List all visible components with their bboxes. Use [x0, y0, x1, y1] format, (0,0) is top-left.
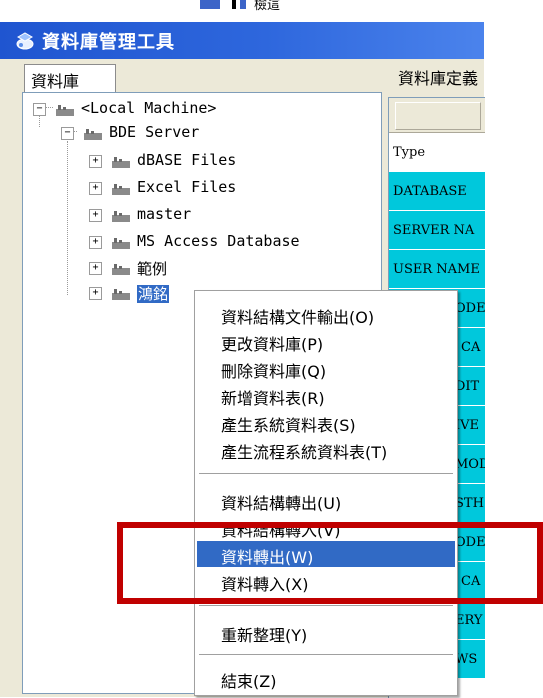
menu-item-label: 產生系統資料表(S) — [221, 416, 356, 435]
database-icon — [112, 238, 130, 249]
menu-item-label: 重新整理(Y) — [221, 626, 308, 645]
tree-node-label: dBASE Files — [137, 151, 237, 169]
database-icon — [112, 289, 130, 300]
grid-column-header[interactable] — [389, 98, 485, 133]
expand-icon[interactable]: + — [89, 182, 102, 195]
tab-database-label: 資料庫 — [31, 72, 80, 91]
grid-row-label: ERY — [455, 613, 483, 628]
window-title-bar[interactable]: 資料庫管理工具 — [0, 22, 484, 59]
tree-node-label-selected: 鴻銘 — [137, 283, 170, 304]
selected-node-text: 鴻銘 — [137, 285, 170, 303]
tree-node-label: 範例 — [137, 260, 168, 278]
panel-header: 資料庫定義 — [398, 69, 479, 88]
grid-row[interactable]: Type — [389, 133, 485, 172]
menu-item-label: 刪除資料庫(Q) — [221, 362, 327, 381]
grid-row-label: IVE — [455, 418, 480, 433]
tree-node-label: Excel Files — [137, 178, 237, 196]
tab-database[interactable]: 資料庫 — [24, 64, 116, 92]
grid-row-label: ODE — [455, 301, 485, 316]
menu-item-export-structure[interactable]: 資料結構轉出(U) — [197, 487, 455, 513]
menu-item-delete-database[interactable]: 刪除資料庫(Q) — [197, 355, 455, 381]
database-icon — [84, 129, 102, 140]
database-tool-icon — [16, 32, 34, 50]
database-icon — [112, 264, 130, 275]
expand-icon[interactable]: + — [89, 287, 102, 300]
menu-item-label: 資料結構文件輸出(O) — [221, 308, 375, 327]
background-window-fragment — [240, 0, 246, 9]
database-icon — [112, 211, 130, 222]
highlight-annotation-box — [117, 522, 543, 604]
context-menu: 資料結構文件輸出(O) 更改資料庫(P) 刪除資料庫(Q) 新增資料表(R) 產… — [194, 290, 458, 696]
menu-item-label: 更改資料庫(P) — [221, 335, 324, 354]
database-icon — [112, 184, 130, 195]
menu-item-export-structure-doc[interactable]: 資料結構文件輸出(O) — [197, 301, 455, 327]
tree-connector — [39, 115, 40, 127]
tree-node-label: master — [137, 205, 192, 223]
menu-item-label: 資料結構轉出(U) — [221, 494, 342, 513]
collapse-icon[interactable]: − — [61, 127, 74, 140]
grid-row-label: CA — [461, 340, 481, 355]
window-title: 資料庫管理工具 — [42, 32, 175, 53]
menu-separator — [199, 654, 453, 655]
grid-row-label: DATABASE — [393, 184, 467, 199]
tree-node-label: MS Access Database — [137, 232, 300, 250]
background-window-fragment — [200, 0, 220, 9]
grid-row[interactable]: USER NAME — [389, 250, 485, 289]
grid-row[interactable]: DATABASE — [389, 172, 485, 211]
menu-item-label: 產生流程系統資料表(T) — [221, 443, 388, 462]
grid-row-label: STH — [455, 496, 484, 511]
expand-icon[interactable]: + — [89, 209, 102, 222]
grid-row-label: WS — [455, 652, 478, 667]
menu-item-refresh[interactable]: 重新整理(Y) — [197, 619, 455, 645]
menu-item-edit-database[interactable]: 更改資料庫(P) — [197, 328, 455, 354]
menu-item-exit[interactable]: 結束(Z) — [197, 665, 455, 691]
grid-row-label: MOD — [455, 457, 485, 472]
expand-icon[interactable]: + — [89, 155, 102, 168]
menu-item-generate-system-tables[interactable]: 產生系統資料表(S) — [197, 409, 455, 435]
database-icon — [56, 105, 74, 116]
collapse-icon[interactable]: − — [33, 103, 46, 116]
background-window-text: 檢這 — [254, 0, 281, 13]
menu-item-label: 新增資料表(R) — [221, 389, 325, 408]
grid-row-label: USER NAME — [393, 262, 480, 277]
database-icon — [112, 157, 130, 168]
menu-item-add-table[interactable]: 新增資料表(R) — [197, 382, 455, 408]
menu-item-label: 結束(Z) — [221, 672, 277, 691]
background-window-strip: 檢這 — [0, 0, 484, 22]
tree-connector — [67, 141, 68, 295]
grid-row[interactable]: SERVER NA — [389, 211, 485, 250]
grid-row-label: SERVER NA — [393, 223, 475, 238]
background-window-fragment — [232, 0, 236, 9]
menu-separator — [199, 605, 453, 606]
grid-row-label: Type — [393, 145, 426, 160]
tree-node-label: <Local Machine> — [81, 99, 217, 117]
expand-icon[interactable]: + — [89, 262, 102, 275]
grid-column-header-cell — [395, 102, 481, 130]
tree-connector — [45, 107, 53, 108]
expand-icon[interactable]: + — [89, 236, 102, 249]
grid-row-label: DIT — [455, 379, 480, 394]
menu-item-generate-workflow-tables[interactable]: 產生流程系統資料表(T) — [197, 436, 455, 462]
tree-node-label: BDE Server — [109, 123, 200, 141]
menu-separator — [199, 473, 453, 474]
